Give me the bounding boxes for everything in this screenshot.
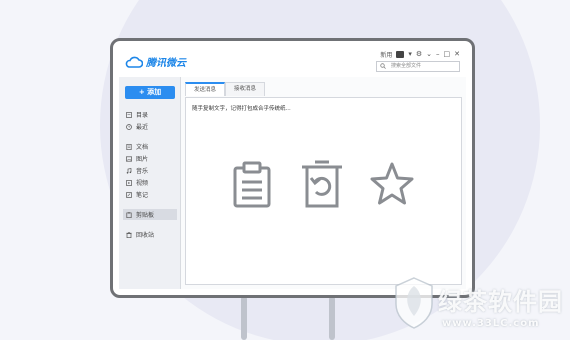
watermark-text: 绿茶软件园 — [438, 288, 563, 316]
avatar[interactable] — [396, 51, 405, 58]
monitor-stand-left — [241, 296, 247, 340]
clipboard-icon[interactable] — [229, 160, 275, 210]
sidebar-item-trash[interactable]: 回收站 — [123, 229, 177, 240]
sidebar-item-images[interactable]: 图片 — [123, 153, 177, 164]
maximize-icon[interactable]: □ — [444, 51, 451, 58]
sidebar-item-label: 回收站 — [136, 232, 155, 239]
search-input[interactable]: 搜索全部文件 — [376, 61, 460, 72]
minimize-icon[interactable]: – — [436, 51, 440, 58]
video-icon — [126, 179, 132, 186]
sidebar-item-video[interactable]: 视频 — [123, 177, 177, 188]
search-placeholder: 搜索全部文件 — [391, 63, 422, 69]
tab-receive[interactable]: 接收消息 — [225, 82, 265, 96]
add-button[interactable]: + 添加 — [125, 86, 175, 99]
sidebar-item-label: 音乐 — [136, 168, 149, 175]
watermark-url: www.33LC.com — [442, 318, 540, 329]
main-content: 发送消息 接收消息 随手复制文字，记得打包成合乎传统纸... — [181, 77, 466, 289]
watermark: 绿茶软件园 www.33LC.com — [392, 272, 570, 340]
clipboard-actions — [186, 160, 461, 210]
trash-icon — [126, 231, 132, 238]
clock-icon — [126, 123, 132, 130]
gear-icon[interactable]: ⚙ — [416, 51, 422, 58]
image-icon — [126, 155, 132, 162]
clipboard-icon — [126, 211, 132, 218]
clipboard-panel: 随手复制文字，记得打包成合乎传统纸... — [185, 97, 462, 285]
monitor-stand-right — [329, 296, 335, 340]
sidebar-item-label: 剪贴板 — [136, 212, 155, 219]
shield-logo-icon — [395, 277, 433, 329]
tab-send[interactable]: 发送消息 — [185, 82, 225, 96]
hint-text: 随手复制文字，记得打包成合乎传统纸... — [192, 106, 291, 112]
user-label[interactable]: 新用 — [380, 50, 392, 59]
sidebar-item-recent[interactable]: 最近 — [123, 121, 177, 132]
document-icon — [126, 143, 132, 150]
monitor-frame: 腾讯微云 新用 ▾ ⚙ ⌄ – □ ✕ 搜索全部文件 + 添加 目录 最近 文档… — [110, 38, 475, 298]
sidebar: + 添加 目录 最近 文档 图片 音乐 视频 笔记 剪贴板 回收站 — [119, 77, 181, 289]
close-icon[interactable]: ✕ — [454, 51, 460, 58]
tab-bar: 发送消息 接收消息 — [185, 82, 265, 96]
sidebar-item-directory[interactable]: 目录 — [123, 109, 177, 120]
music-icon — [126, 167, 132, 174]
sidebar-item-label: 文档 — [136, 144, 149, 151]
sidebar-item-label: 视频 — [136, 180, 149, 187]
sidebar-item-documents[interactable]: 文档 — [123, 141, 177, 152]
app-window: 腾讯微云 新用 ▾ ⚙ ⌄ – □ ✕ 搜索全部文件 + 添加 目录 最近 文档… — [119, 45, 466, 289]
search-icon — [380, 63, 386, 69]
app-name: 腾讯微云 — [146, 58, 186, 69]
titlebar: 腾讯微云 新用 ▾ ⚙ ⌄ – □ ✕ 搜索全部文件 — [119, 45, 466, 77]
note-icon — [126, 191, 132, 198]
chevron-down-icon[interactable]: ⌄ — [426, 51, 432, 58]
restore-trash-icon[interactable] — [299, 160, 345, 210]
sidebar-item-label: 笔记 — [136, 192, 149, 199]
window-controls: 新用 ▾ ⚙ ⌄ – □ ✕ — [380, 50, 460, 60]
sidebar-item-label: 最近 — [136, 124, 149, 131]
sidebar-item-notes[interactable]: 笔记 — [123, 189, 177, 200]
app-logo: 腾讯微云 — [125, 54, 186, 69]
sidebar-item-label: 图片 — [136, 156, 149, 163]
folder-icon — [126, 111, 132, 118]
cloud-icon — [125, 56, 143, 68]
sidebar-item-clipboard[interactable]: 剪贴板 — [123, 209, 177, 220]
sidebar-item-label: 目录 — [136, 112, 149, 119]
dropdown-icon[interactable]: ▾ — [408, 51, 412, 58]
star-icon[interactable] — [369, 160, 415, 210]
sidebar-item-music[interactable]: 音乐 — [123, 165, 177, 176]
